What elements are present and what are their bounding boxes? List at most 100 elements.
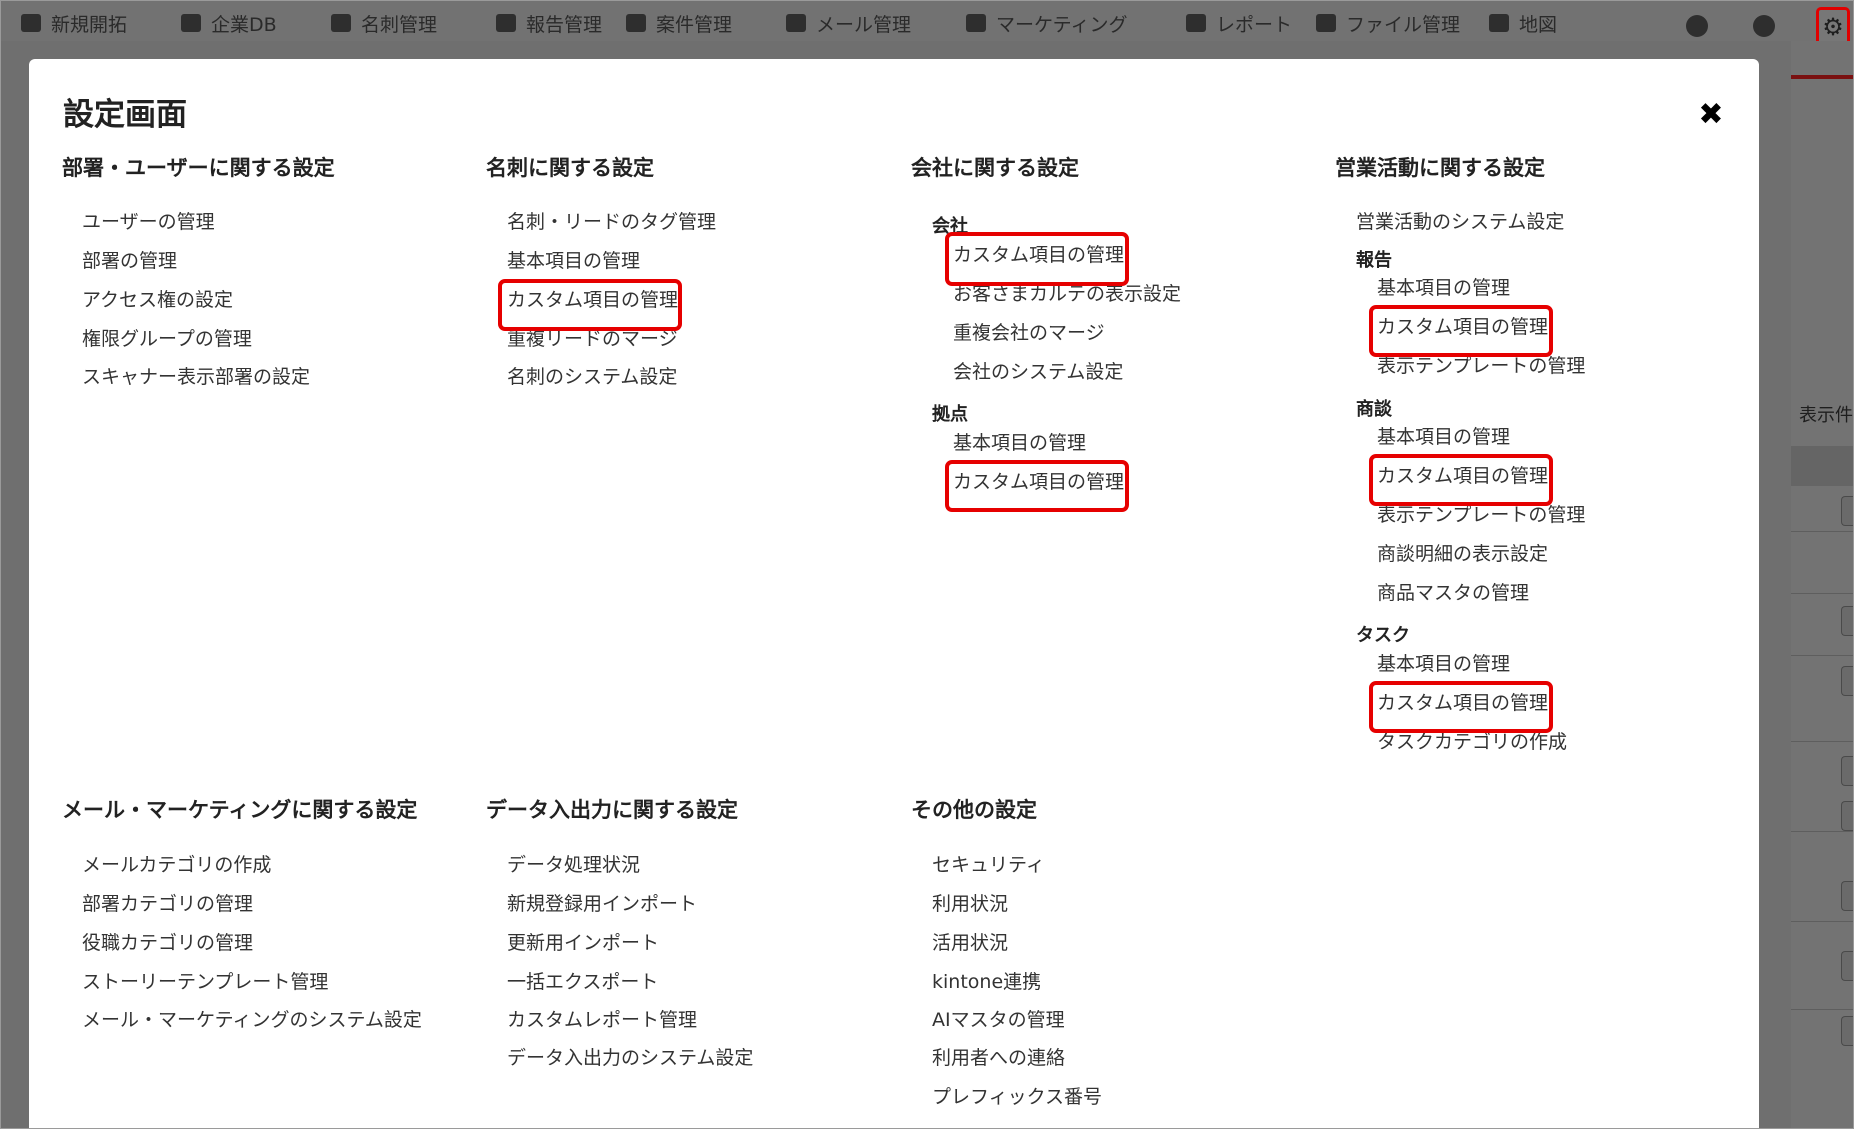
- section-sales-activity: 営業活動に関する設定 営業活動のシステム設定 報告 基本項目の管理 カスタム項目…: [1335, 152, 1735, 832]
- help-icon[interactable]: [1686, 15, 1708, 37]
- link-utilization-status[interactable]: 活用状況: [932, 928, 1008, 955]
- background-row-button: [1841, 496, 1853, 526]
- bell-icon[interactable]: [1753, 15, 1775, 37]
- link-task-category-create[interactable]: タスクカテゴリの作成: [1377, 727, 1567, 754]
- nav-new-prospect[interactable]: 新規開拓: [21, 11, 127, 36]
- nav-business-cards[interactable]: 名刺管理: [331, 11, 438, 36]
- link-department-management[interactable]: 部署の管理: [82, 246, 177, 273]
- link-mail-category-create[interactable]: メールカテゴリの作成: [82, 850, 271, 877]
- close-button[interactable]: ✖: [1693, 97, 1729, 133]
- nav-mail[interactable]: メール管理: [786, 11, 912, 36]
- nav-map[interactable]: 地図: [1489, 11, 1557, 36]
- nav-files[interactable]: ファイル管理: [1316, 11, 1460, 36]
- link-sales-system-settings[interactable]: 営業活動のシステム設定: [1356, 207, 1564, 234]
- background-row-line: [1791, 531, 1853, 532]
- subheading-report: 報告: [1356, 250, 1392, 271]
- subheading-company: 会社: [932, 216, 968, 237]
- nav-label: 報告管理: [526, 13, 603, 36]
- screenshot-frame: 新規開拓 企業DB 名刺管理 報告管理 案件管理 メール管理 マーケティング レ…: [0, 0, 1854, 1129]
- link-prefix-number[interactable]: プレフィックス番号: [932, 1082, 1102, 1109]
- link-user-management[interactable]: ユーザーの管理: [82, 207, 215, 234]
- nav-reports[interactable]: 報告管理: [496, 11, 603, 36]
- megaphone-icon: [966, 14, 986, 32]
- link-product-master[interactable]: 商品マスタの管理: [1377, 578, 1529, 605]
- link-card-lead-tags[interactable]: 名刺・リードのタグ管理: [507, 207, 716, 234]
- background-row-line: [1791, 655, 1853, 656]
- background-row-button: [1841, 1016, 1853, 1046]
- link-custom-fields[interactable]: カスタム項目の管理: [507, 285, 678, 312]
- link-ai-master[interactable]: AIマスタの管理: [932, 1005, 1065, 1032]
- section-data-io: データ入出力に関する設定 データ処理状況 新規登録用インポート 更新用インポート…: [486, 794, 886, 1094]
- link-deal-custom-fields[interactable]: カスタム項目の管理: [1377, 461, 1548, 488]
- nav-label: メール管理: [816, 13, 912, 36]
- link-company-system-settings[interactable]: 会社のシステム設定: [953, 357, 1123, 384]
- report-icon: [496, 14, 516, 32]
- link-basic-fields[interactable]: 基本項目の管理: [507, 246, 640, 273]
- background-row-line: [1791, 1009, 1853, 1010]
- link-data-processing-status[interactable]: データ処理状況: [507, 850, 640, 877]
- link-update-import[interactable]: 更新用インポート: [507, 928, 659, 955]
- link-permission-groups[interactable]: 権限グループの管理: [82, 324, 252, 351]
- nav-marketing[interactable]: マーケティング: [966, 11, 1127, 36]
- link-bulk-export[interactable]: 一括エクスポート: [507, 967, 658, 994]
- link-report-basic-fields[interactable]: 基本項目の管理: [1377, 273, 1510, 300]
- modal-title: 設定画面: [63, 97, 187, 133]
- link-merge-duplicate-companies[interactable]: 重複会社のマージ: [953, 318, 1105, 345]
- nav-label: 名刺管理: [361, 13, 438, 36]
- link-task-custom-fields[interactable]: カスタム項目の管理: [1377, 688, 1548, 715]
- link-security[interactable]: セキュリティ: [932, 850, 1045, 877]
- link-deal-detail-display[interactable]: 商談明細の表示設定: [1377, 539, 1548, 566]
- mail-icon: [786, 14, 806, 32]
- link-deal-display-templates[interactable]: 表示テンプレートの管理: [1377, 500, 1585, 527]
- nav-company-db[interactable]: 企業DB: [181, 11, 277, 36]
- link-access-rights[interactable]: アクセス権の設定: [82, 285, 233, 312]
- nav-deals[interactable]: 案件管理: [626, 11, 733, 36]
- target-icon: [21, 14, 41, 32]
- link-position-category[interactable]: 役職カテゴリの管理: [82, 928, 253, 955]
- link-department-category[interactable]: 部署カテゴリの管理: [82, 889, 253, 916]
- section-heading: 営業活動に関する設定: [1335, 156, 1545, 180]
- link-branch-basic-fields[interactable]: 基本項目の管理: [953, 428, 1086, 455]
- background-row-button: [1841, 666, 1853, 696]
- lock-icon: [626, 14, 646, 32]
- gear-icon: ⚙: [1822, 13, 1844, 41]
- background-table-header: [1791, 446, 1853, 486]
- subheading-deal: 商談: [1356, 399, 1392, 420]
- link-data-io-system-settings[interactable]: データ入出力のシステム設定: [507, 1043, 753, 1070]
- link-card-system-settings[interactable]: 名刺のシステム設定: [507, 362, 677, 389]
- nav-label: 案件管理: [656, 13, 733, 36]
- background-row-button: [1841, 606, 1853, 636]
- section-mail-marketing: メール・マーケティングに関する設定 メールカテゴリの作成 部署カテゴリの管理 役…: [62, 794, 482, 1054]
- settings-modal: 設定画面 ✖ 部署・ユーザーに関する設定 ユーザーの管理 部署の管理 アクセス権…: [29, 59, 1759, 1128]
- link-usage-status[interactable]: 利用状況: [932, 889, 1008, 916]
- link-new-import[interactable]: 新規登録用インポート: [507, 889, 697, 916]
- link-scanner-departments[interactable]: スキャナー表示部署の設定: [82, 362, 310, 389]
- link-report-display-templates[interactable]: 表示テンプレートの管理: [1377, 351, 1585, 378]
- background-page: 表示件: [1791, 41, 1853, 1128]
- link-user-contact[interactable]: 利用者への連絡: [932, 1043, 1065, 1070]
- link-merge-duplicate-leads[interactable]: 重複リードのマージ: [507, 324, 678, 351]
- background-row-line: [1791, 593, 1853, 594]
- table-icon: [1186, 14, 1206, 32]
- subheading-branch: 拠点: [932, 404, 968, 425]
- link-kintone[interactable]: kintone連携: [932, 967, 1041, 994]
- background-row-line: [1791, 921, 1853, 922]
- link-company-custom-fields[interactable]: カスタム項目の管理: [953, 240, 1124, 267]
- link-task-basic-fields[interactable]: 基本項目の管理: [1377, 649, 1510, 676]
- nav-label: レポート: [1216, 13, 1293, 36]
- section-company: 会社に関する設定 会社 カスタム項目の管理 お客さまカルテの表示設定 重複会社の…: [911, 152, 1311, 572]
- section-heading: データ入出力に関する設定: [486, 798, 738, 822]
- link-report-custom-fields[interactable]: カスタム項目の管理: [1377, 312, 1548, 339]
- background-row-line: [1791, 831, 1853, 832]
- card-icon: [331, 14, 351, 32]
- nav-label: 企業DB: [211, 13, 277, 36]
- link-custom-report[interactable]: カスタムレポート管理: [507, 1005, 697, 1032]
- link-deal-basic-fields[interactable]: 基本項目の管理: [1377, 422, 1510, 449]
- section-other: その他の設定 セキュリティ 利用状況 活用状況 kintone連携 AIマスタの…: [911, 794, 1311, 1128]
- link-story-templates[interactable]: ストーリーテンプレート管理: [82, 967, 328, 994]
- link-mail-system-settings[interactable]: メール・マーケティングのシステム設定: [82, 1005, 422, 1032]
- link-customer-chart-display[interactable]: お客さまカルテの表示設定: [953, 279, 1181, 306]
- link-branch-custom-fields[interactable]: カスタム項目の管理: [953, 467, 1124, 494]
- section-heading: メール・マーケティングに関する設定: [62, 798, 418, 822]
- nav-report-analytics[interactable]: レポート: [1186, 11, 1293, 36]
